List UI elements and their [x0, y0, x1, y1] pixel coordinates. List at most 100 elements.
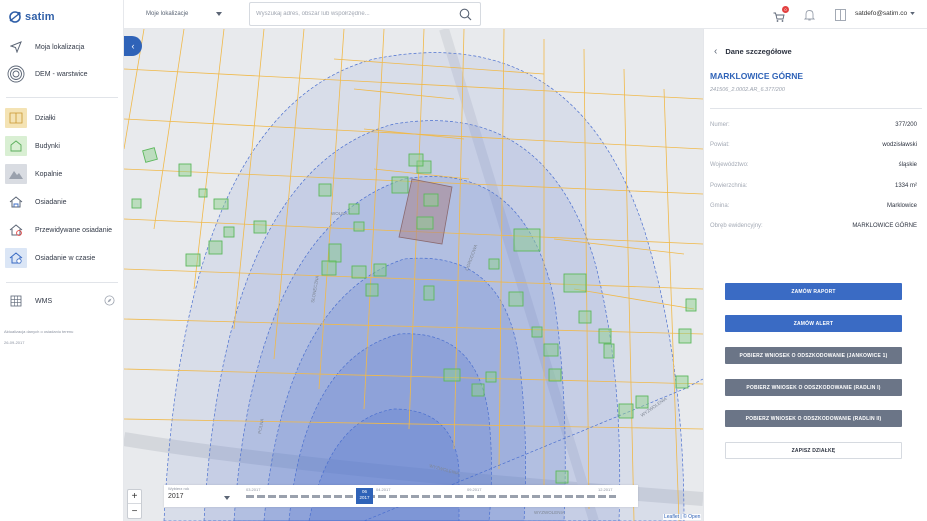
app-root: satim Moja lokalizacja DEM - warstwice D… — [0, 0, 927, 521]
cart-button[interactable]: 0 — [773, 6, 789, 27]
sidebar-item-label: Osiadanie w czasie — [35, 254, 96, 262]
field-label: Gmina: — [710, 203, 730, 209]
year-select[interactable]: 2017 — [168, 493, 230, 500]
order-alert-button[interactable]: ZAMÓW ALERT — [725, 315, 902, 332]
field-label: Powierzchnia: — [710, 183, 748, 189]
location-select-value: Moje lokalizacje — [146, 11, 189, 17]
back-chevron-icon[interactable]: ‹ — [714, 46, 717, 57]
panel-divider — [710, 108, 922, 109]
sidebar-item-dem[interactable]: DEM - warstwice — [0, 63, 124, 85]
sidebar-item-label: Kopalnie — [35, 170, 63, 178]
columns-icon — [835, 9, 846, 21]
field-value: śląskie — [898, 162, 917, 168]
zoom-in-button[interactable]: + — [128, 490, 141, 504]
sidebar-item-label: Osiadanie — [35, 198, 67, 206]
field-label: Województwo: — [710, 162, 749, 168]
field-row-voivodeship: Województwo: śląskie — [710, 162, 917, 168]
zoom-control: + − — [127, 489, 142, 519]
field-row-municipality: Gmina: Marklowice — [710, 203, 917, 209]
sidebar-item-subsidence[interactable]: Osiadanie — [0, 191, 124, 213]
location-arrow-icon — [4, 36, 28, 58]
sidebar-item-my-location[interactable]: Moja lokalizacja — [0, 36, 124, 58]
timeline: Wybierz rok 2017 03.2017 04.2017 09.2017… — [164, 485, 638, 507]
sidebar-item-label: Moja lokalizacja — [35, 43, 85, 51]
field-value: 377/200 — [895, 122, 917, 128]
caret-down-icon — [910, 12, 915, 15]
mine-tile-icon — [4, 163, 28, 185]
field-label: Powiat: — [710, 142, 730, 148]
parcel-id: 241506_2.0002.AR_6.377/200 — [710, 87, 785, 93]
cart-badge: 0 — [782, 6, 789, 13]
sidebar-divider — [6, 97, 118, 98]
cart-icon — [773, 12, 785, 22]
user-menu[interactable]: satdefo@satim.co — [855, 10, 915, 17]
location-select[interactable]: Moje lokalizacje — [146, 11, 223, 17]
update-date: 26-09-2017 — [4, 340, 25, 345]
search-box — [249, 2, 481, 26]
sidebar-item-label: Działki — [35, 114, 56, 122]
order-report-button[interactable]: ZAMÓW RAPORT — [725, 283, 902, 300]
topbar: Moje lokalizacje 0 satdefo@satim.co — [124, 0, 927, 29]
sidebar-item-parcels[interactable]: Działki — [0, 107, 124, 129]
street-label: WOLNA — [331, 211, 348, 216]
search-input[interactable] — [250, 11, 455, 17]
download-claim-radlin-1-button[interactable]: POBIERZ WNIOSEK O ODSZKODOWANIE (RADLIN … — [725, 379, 902, 396]
download-claim-jankowice-button[interactable]: POBIERZ WNIOSEK O ODSZKODOWANIE (JANKOWI… — [725, 347, 902, 364]
timeline-tick: 04.2017 — [376, 487, 391, 492]
layout-button[interactable] — [835, 8, 846, 26]
panel-header: ‹ Dane szczegółowe — [714, 46, 792, 57]
field-value: Marklowice — [886, 203, 917, 209]
map-view[interactable]: WOLNA OGRODOWA SŁONECZNA WYZWOLENIA WYZW… — [124, 29, 703, 521]
field-row-county: Powiat: wodzisławski — [710, 142, 917, 148]
parcel-tile-icon — [4, 107, 28, 129]
parcel-name: MARKLOWICE GÓRNE — [710, 71, 804, 81]
details-panel: ‹ Dane szczegółowe MARKLOWICE GÓRNE 2415… — [703, 29, 927, 521]
active-year: 2017 — [359, 495, 370, 500]
year-select-value: 2017 — [168, 493, 184, 500]
chevron-left-icon: ‹ — [131, 41, 135, 51]
house-subsidence-icon — [4, 191, 28, 213]
field-label: Obręb ewidencyjny: — [710, 223, 763, 229]
street-label: WYZWOLENIA — [534, 510, 565, 515]
compass-icon[interactable] — [104, 295, 115, 308]
year-select-label: Wybierz rok — [168, 486, 190, 491]
wms-grid-icon — [4, 290, 28, 312]
house-forecast-icon — [4, 219, 28, 241]
field-row-number: Numer: 377/200 — [710, 122, 917, 128]
field-label: Numer: — [710, 122, 730, 128]
zoom-out-button[interactable]: − — [128, 504, 141, 518]
sidebar-item-label: Budynki — [35, 142, 60, 150]
save-parcel-button[interactable]: ZAPISZ DZIAŁKĘ — [725, 442, 902, 459]
caret-down-icon — [216, 12, 223, 16]
timeline-active-marker[interactable]: 06 2017 — [356, 488, 373, 504]
sidebar: satim Moja lokalizacja DEM - warstwice D… — [0, 0, 124, 521]
field-value: wodzisławski — [882, 142, 917, 148]
house-time-icon — [4, 247, 28, 269]
map-canvas[interactable]: WOLNA OGRODOWA SŁONECZNA WYZWOLENIA WYZW… — [124, 29, 703, 521]
notifications-button[interactable] — [803, 8, 816, 26]
timeline-tick: 03.2017 — [246, 487, 261, 492]
logo[interactable]: satim — [8, 9, 55, 25]
search-icon[interactable] — [459, 8, 472, 21]
update-note: Aktualizacja danych o osiadaniu terenu — [4, 329, 74, 334]
panel-title: Dane szczegółowe — [725, 47, 792, 56]
sidebar-item-mines[interactable]: Kopalnie — [0, 163, 124, 185]
field-row-precinct: Obręb ewidencyjny: MARKLOWICE GÓRNE — [710, 223, 917, 229]
logo-text: satim — [25, 11, 55, 23]
field-value: MARKLOWICE GÓRNE — [852, 223, 917, 229]
building-tile-icon — [4, 135, 28, 157]
timeline-tick: 09.2017 — [467, 487, 482, 492]
bell-icon — [803, 10, 816, 21]
download-claim-radlin-2-button[interactable]: POBIERZ WNIOSEK O ODSZKODOWANIE (RADLIN … — [725, 410, 902, 427]
sidebar-item-label: Przewidywane osiadanie — [35, 226, 113, 234]
field-value: 1334 m² — [894, 183, 917, 189]
field-row-area: Powierzchnia: 1334 m² — [710, 183, 917, 189]
timeline-tick: 12.2017 — [598, 487, 613, 492]
sidebar-item-buildings[interactable]: Budynki — [0, 135, 124, 157]
sidebar-item-subsidence-time[interactable]: Osiadanie w czasie — [0, 247, 124, 269]
timeline-track[interactable] — [246, 495, 616, 498]
sidebar-item-label: DEM - warstwice — [35, 70, 88, 78]
sidebar-item-forecast-subsidence[interactable]: Przewidywane osiadanie — [0, 219, 124, 241]
sidebar-item-wms[interactable]: WMS — [0, 290, 124, 312]
map-attribution[interactable]: Leaflet | © Open — [663, 514, 702, 520]
